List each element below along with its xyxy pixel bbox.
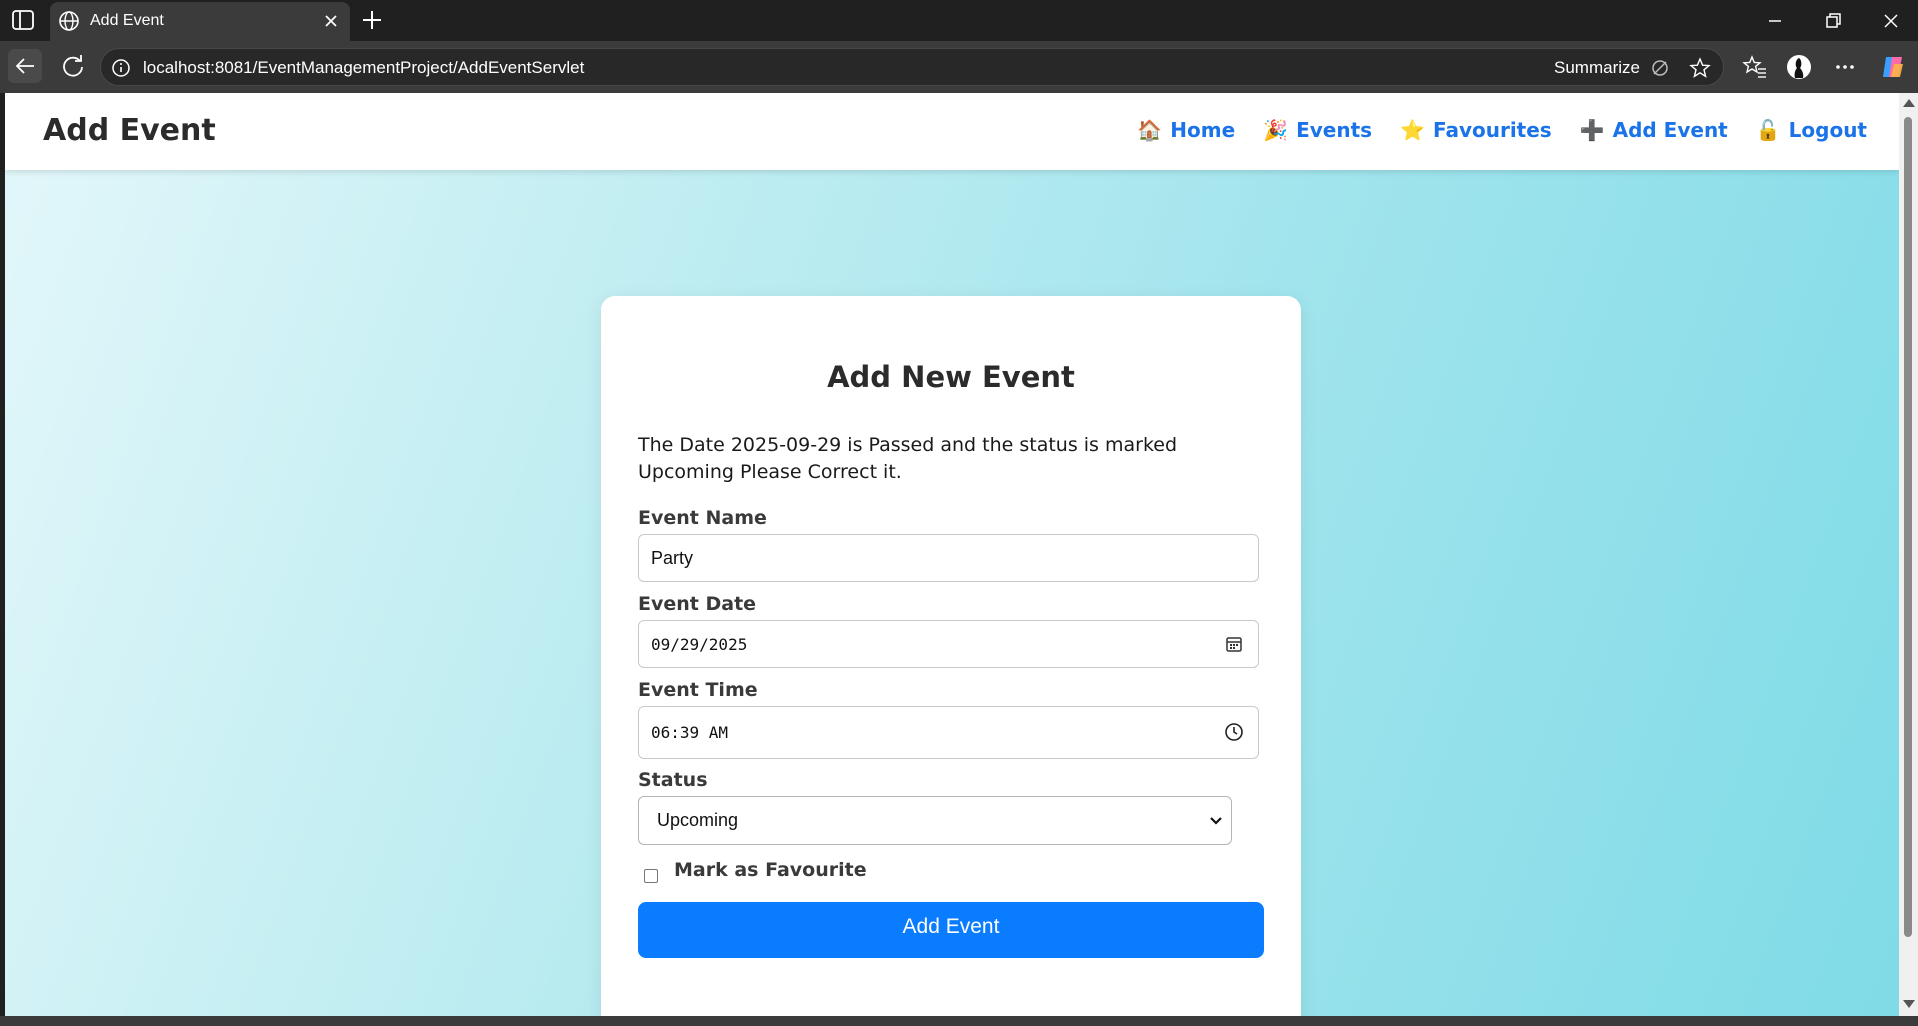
add-event-card: Add New Event The Date 2025-09-29 is Pas… [601, 296, 1301, 1016]
nav-link-favourites[interactable]: ⭐ Favourites [1400, 118, 1552, 142]
status-value: Upcoming [657, 810, 739, 830]
event-date-input[interactable]: 09/29/2025 [638, 620, 1259, 668]
status-select[interactable]: Upcoming [638, 796, 1232, 845]
tab-title: Add Event [90, 12, 164, 29]
nav-link-label: Favourites [1432, 118, 1552, 142]
browser-toolbar: localhost:8081/EventManagementProject/Ad… [0, 41, 1918, 93]
summarize-button[interactable]: Summarize [1554, 58, 1640, 78]
sidebar-toggle-icon[interactable] [12, 10, 34, 30]
nav-link-label: Logout [1788, 118, 1867, 142]
site-brand: Add Event [43, 113, 216, 148]
error-message: The Date 2025-09-29 is Passed and the st… [638, 434, 1178, 483]
site-navbar: Add Event 🏠 Home 🎉 Events ⭐ Favourites ➕… [5, 93, 1899, 170]
back-button[interactable] [8, 49, 42, 83]
more-options-icon[interactable] [1832, 54, 1858, 80]
event-name-input[interactable]: Party [638, 534, 1259, 582]
add-event-button[interactable]: Add Event [638, 902, 1264, 958]
nav-link-home[interactable]: 🏠 Home [1137, 118, 1235, 142]
globe-icon [59, 11, 79, 31]
chevron-down-icon [1210, 817, 1222, 825]
close-window-icon[interactable] [1878, 8, 1904, 34]
url-text[interactable]: localhost:8081/EventManagementProject/Ad… [143, 58, 584, 78]
event-name-value: Party [651, 547, 694, 568]
reload-icon[interactable] [56, 49, 90, 83]
event-date-label: Event Date [638, 593, 757, 615]
scroll-thumb[interactable] [1904, 117, 1912, 937]
plus-icon: ➕ [1579, 118, 1605, 142]
browser-tab[interactable]: Add Event [50, 2, 350, 41]
event-name-label: Event Name [638, 507, 767, 529]
star-icon: ⭐ [1400, 118, 1425, 142]
scroll-up-arrow-icon[interactable] [1903, 99, 1915, 107]
scroll-down-arrow-icon[interactable] [1903, 1000, 1915, 1008]
restore-icon[interactable] [1820, 8, 1846, 34]
favourite-label[interactable]: Mark as Favourite [674, 859, 867, 881]
nav-link-label: Home [1170, 118, 1236, 142]
window-bottom-edge [0, 1016, 1918, 1026]
page-scrollbar[interactable] [1899, 93, 1918, 1016]
new-tab-icon[interactable] [360, 8, 384, 32]
unlock-icon: 🔓 [1755, 118, 1781, 142]
profile-avatar-icon[interactable] [1786, 54, 1812, 80]
copilot-icon[interactable] [1880, 54, 1906, 80]
minimize-icon[interactable] [1762, 8, 1788, 34]
page-viewport: Add Event 🏠 Home 🎉 Events ⭐ Favourites ➕… [5, 93, 1899, 1016]
favorites-icon[interactable] [1742, 54, 1768, 80]
nav-links: 🏠 Home 🎉 Events ⭐ Favourites ➕ Add Event… [1137, 118, 1867, 142]
site-info-icon[interactable] [111, 58, 131, 78]
browser-tab-strip: Add Event [0, 0, 1918, 41]
address-bar[interactable]: localhost:8081/EventManagementProject/Ad… [100, 48, 1724, 86]
clock-icon[interactable] [1224, 722, 1244, 742]
event-time-value: 06:39 AM [651, 723, 729, 742]
summarize-icon[interactable] [1649, 57, 1671, 79]
nav-link-add-event[interactable]: ➕ Add Event [1580, 118, 1728, 142]
nav-link-label: Events [1296, 118, 1373, 142]
nav-link-label: Add Event [1612, 118, 1728, 142]
event-date-value: 09/29/2025 [651, 634, 748, 654]
star-icon[interactable] [1689, 57, 1711, 79]
close-tab-icon[interactable] [322, 12, 340, 30]
nav-link-events[interactable]: 🎉 Events [1263, 118, 1372, 142]
favourite-checkbox[interactable] [644, 869, 658, 883]
party-popper-icon: 🎉 [1263, 118, 1289, 142]
home-icon: 🏠 [1137, 118, 1163, 142]
calendar-icon[interactable] [1224, 634, 1244, 654]
event-time-input[interactable]: 06:39 AM [638, 706, 1259, 759]
event-time-label: Event Time [638, 679, 758, 701]
nav-link-logout[interactable]: 🔓 Logout [1756, 118, 1867, 142]
status-label: Status [638, 769, 708, 791]
form-title: Add New Event [827, 360, 1075, 394]
back-arrow-icon [15, 58, 34, 74]
